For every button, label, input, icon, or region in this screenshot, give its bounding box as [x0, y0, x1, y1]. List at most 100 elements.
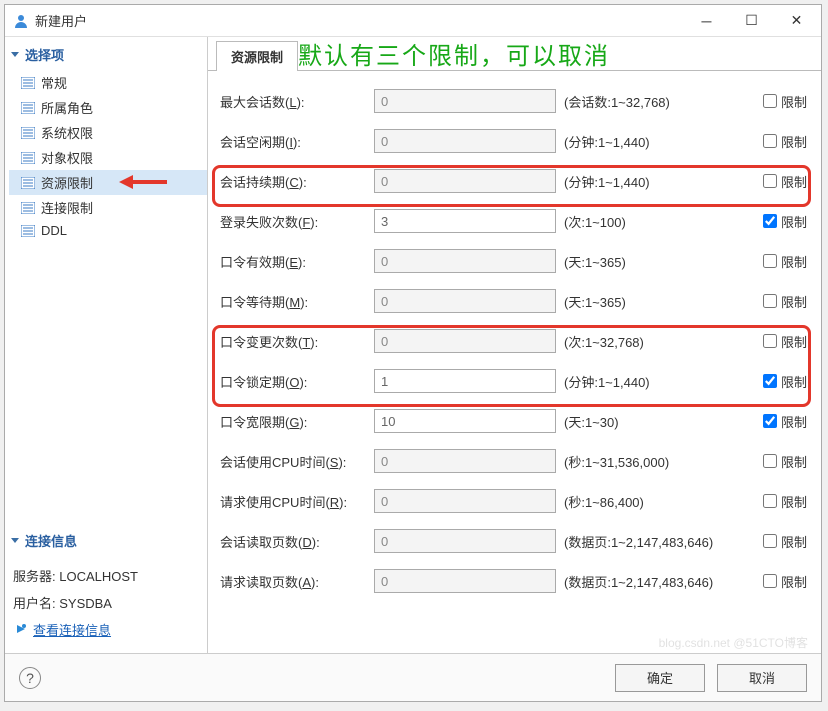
help-button[interactable]: ? — [19, 667, 41, 689]
ok-button[interactable]: 确定 — [615, 664, 705, 692]
limit-checkbox-input[interactable] — [763, 374, 777, 388]
limit-checkbox[interactable]: 限制 — [763, 412, 813, 431]
limit-checkbox[interactable]: 限制 — [763, 172, 813, 191]
footer: ? 确定 取消 — [5, 653, 821, 701]
conn-view-link[interactable]: 查看连接信息 — [13, 616, 199, 643]
collapse-icon — [11, 52, 19, 57]
sidebar-item-1[interactable]: 所属角色 — [9, 95, 207, 120]
sidebar-item-6[interactable]: DDL — [9, 220, 207, 241]
list-icon — [21, 77, 35, 89]
limit-checkbox-input[interactable] — [763, 534, 777, 548]
limit-checkbox-label: 限制 — [781, 372, 807, 391]
limit-checkbox[interactable]: 限制 — [763, 532, 813, 551]
field-label: 请求读取页数(A): — [216, 572, 374, 591]
sidebar-item-2[interactable]: 系统权限 — [9, 120, 207, 145]
limit-checkbox-input[interactable] — [763, 174, 777, 188]
field-label: 会话使用CPU时间(S): — [216, 452, 374, 471]
limit-checkbox-input[interactable] — [763, 294, 777, 308]
form-row-12: 请求读取页数(A):(数据页:1~2,147,483,646)限制 — [216, 561, 813, 601]
sidebar-item-label: 系统权限 — [41, 123, 93, 142]
close-button[interactable]: ✕ — [774, 6, 819, 36]
user-icon — [13, 13, 29, 29]
limit-checkbox-input[interactable] — [763, 94, 777, 108]
sidebar-conn-header[interactable]: 连接信息 — [5, 527, 207, 556]
field-input-g[interactable] — [374, 409, 556, 433]
form-row-1: 会话空闲期(I): (分钟:1~1,440) 限制 — [216, 121, 813, 161]
field-label: 会话读取页数(D): — [216, 532, 374, 551]
limit-checkbox-label: 限制 — [781, 292, 807, 311]
limit-checkbox[interactable]: 限制 — [763, 452, 813, 471]
sidebar-item-label: 所属角色 — [41, 98, 93, 117]
form-row-8: 口令宽限期(G):(天:1~30)限制 — [216, 401, 813, 441]
form-row-7: 口令锁定期(O):(分钟:1~1,440)限制 — [216, 361, 813, 401]
field-label: 最大会话数(L): — [216, 92, 374, 111]
field-label: 口令锁定期(O): — [216, 372, 374, 391]
collapse-icon — [11, 538, 19, 543]
form-row-2: 会话持续期(C):(分钟:1~1,440)限制 — [216, 161, 813, 201]
limit-checkbox[interactable]: 限制 — [763, 572, 813, 591]
field-label: 口令变更次数(T): — [216, 332, 374, 351]
field-hint: (次:1~100) — [556, 212, 763, 231]
minimize-button[interactable]: ─ — [684, 6, 729, 36]
field-hint: (天:1~365) — [556, 292, 763, 311]
window-title: 新建用户 — [35, 11, 87, 30]
field-hint: (分钟:1~1,440) — [556, 132, 763, 151]
field-input-o[interactable] — [374, 369, 556, 393]
field-input-f[interactable] — [374, 209, 556, 233]
limit-checkbox-label: 限制 — [781, 132, 807, 151]
sidebar-item-3[interactable]: 对象权限 — [9, 145, 207, 170]
limit-checkbox[interactable]: 限制 — [763, 212, 813, 231]
sidebar-select-label: 选择项 — [25, 45, 64, 64]
limit-checkbox[interactable]: 限制 — [763, 372, 813, 391]
limit-checkbox[interactable]: 限制 — [763, 132, 813, 151]
tab-resource-limit[interactable]: 资源限制 — [216, 41, 298, 71]
limit-checkbox-input[interactable] — [763, 334, 777, 348]
list-icon — [21, 152, 35, 164]
limit-checkbox-input[interactable] — [763, 214, 777, 228]
limit-checkbox[interactable]: 限制 — [763, 92, 813, 111]
field-hint: (分钟:1~1,440) — [556, 172, 763, 191]
limit-checkbox-label: 限制 — [781, 532, 807, 551]
cancel-button[interactable]: 取消 — [717, 664, 807, 692]
field-input-c — [374, 169, 556, 193]
sidebar-item-label: 常规 — [41, 73, 67, 92]
conn-user: 用户名: SYSDBA — [13, 589, 199, 616]
limit-checkbox-input[interactable] — [763, 454, 777, 468]
tabbar: 资源限制 — [208, 43, 821, 71]
field-label: 口令等待期(M): — [216, 292, 374, 311]
limit-checkbox-label: 限制 — [781, 572, 807, 591]
dialog-window: 新建用户 ─ ☐ ✕ 选择项 常规所属角色系统权限对象权限资源限制连接限制DDL… — [4, 4, 822, 702]
limit-checkbox[interactable]: 限制 — [763, 292, 813, 311]
field-input-d — [374, 529, 556, 553]
list-icon — [21, 202, 35, 214]
limit-checkbox-label: 限制 — [781, 492, 807, 511]
limit-checkbox[interactable]: 限制 — [763, 252, 813, 271]
field-input-i — [374, 129, 556, 153]
limit-checkbox[interactable]: 限制 — [763, 492, 813, 511]
limit-checkbox-input[interactable] — [763, 414, 777, 428]
form-row-4: 口令有效期(E):(天:1~365)限制 — [216, 241, 813, 281]
limit-checkbox[interactable]: 限制 — [763, 332, 813, 351]
limit-checkbox-input[interactable] — [763, 134, 777, 148]
limit-checkbox-input[interactable] — [763, 574, 777, 588]
limit-checkbox-label: 限制 — [781, 452, 807, 471]
sidebar-item-5[interactable]: 连接限制 — [9, 195, 207, 220]
field-label: 口令宽限期(G): — [216, 412, 374, 431]
limit-checkbox-input[interactable] — [763, 494, 777, 508]
link-icon — [13, 623, 29, 637]
sidebar-item-4[interactable]: 资源限制 — [9, 170, 207, 195]
field-label: 口令有效期(E): — [216, 252, 374, 271]
limit-checkbox-input[interactable] — [763, 254, 777, 268]
field-input-s — [374, 449, 556, 473]
form-row-10: 请求使用CPU时间(R):(秒:1~86,400)限制 — [216, 481, 813, 521]
limit-checkbox-label: 限制 — [781, 172, 807, 191]
sidebar-item-0[interactable]: 常规 — [9, 70, 207, 95]
field-label: 会话空闲期(I): — [216, 132, 374, 151]
form-area: 最大会话数(L):(会话数:1~32,768)限制会话空闲期(I):(分钟:1~… — [208, 71, 821, 653]
field-input-e — [374, 249, 556, 273]
limit-checkbox-label: 限制 — [781, 92, 807, 111]
sidebar-select-header[interactable]: 选择项 — [5, 41, 207, 70]
sidebar-list: 常规所属角色系统权限对象权限资源限制连接限制DDL — [5, 70, 207, 241]
sidebar: 选择项 常规所属角色系统权限对象权限资源限制连接限制DDL 连接信息 服务器: … — [5, 37, 208, 653]
maximize-button[interactable]: ☐ — [729, 6, 774, 36]
